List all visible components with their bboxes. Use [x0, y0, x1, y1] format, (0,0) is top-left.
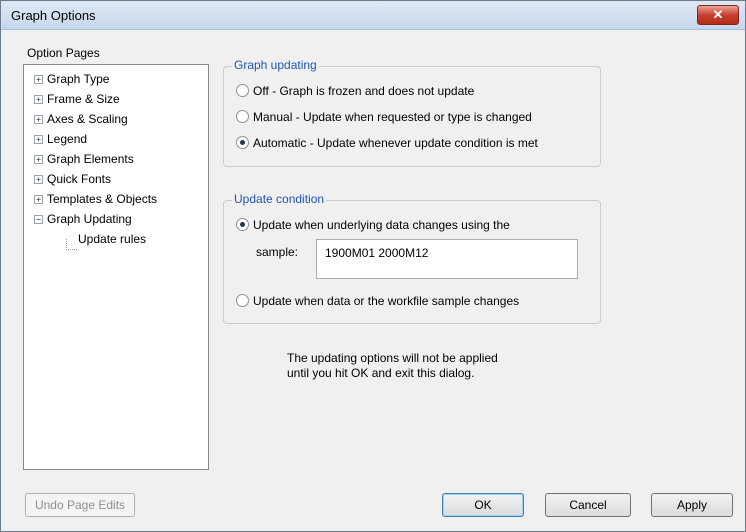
- tree-item-graph-updating[interactable]: − Graph Updating: [34, 210, 132, 228]
- radio-label: Update when data or the workfile sample …: [253, 294, 520, 308]
- expand-icon[interactable]: +: [34, 75, 43, 85]
- tree-item-label: Templates & Objects: [47, 192, 158, 206]
- tree-item-label: Update rules: [78, 232, 147, 246]
- tree-item-graph-type[interactable]: + Graph Type: [34, 70, 109, 88]
- radio-off[interactable]: Off - Graph is frozen and does not updat…: [236, 82, 474, 100]
- tree-item-update-rules[interactable]: Update rules: [78, 230, 146, 248]
- tree-item-label: Axes & Scaling: [47, 112, 128, 126]
- update-condition-title: Update condition: [232, 192, 327, 206]
- tree-item-graph-elements[interactable]: + Graph Elements: [34, 150, 134, 168]
- tree-item-label: Legend: [47, 132, 88, 146]
- expand-icon[interactable]: +: [34, 175, 43, 185]
- note-line-2: until you hit OK and exit this dialog.: [287, 366, 475, 380]
- update-condition-group: Update condition Update when underlying …: [223, 192, 601, 324]
- graph-updating-group: Graph updating Off - Graph is frozen and…: [223, 58, 601, 167]
- apply-button[interactable]: Apply: [651, 493, 733, 517]
- tree-item-label: Graph Updating: [47, 212, 132, 226]
- expand-icon[interactable]: +: [34, 135, 43, 145]
- collapse-icon[interactable]: −: [34, 215, 43, 225]
- tree-item-label: Graph Elements: [47, 152, 134, 166]
- radio-workfile-sample[interactable]: Update when data or the workfile sample …: [236, 292, 519, 310]
- tree-item-label: Frame & Size: [47, 92, 120, 106]
- sample-label: sample:: [256, 245, 299, 259]
- tree-item-label: Quick Fonts: [47, 172, 112, 186]
- option-pages-label: Option Pages: [27, 46, 100, 60]
- radio-label: Manual - Update when requested or type i…: [253, 110, 532, 124]
- radio-automatic[interactable]: Automatic - Update whenever update condi…: [236, 134, 538, 152]
- cancel-button[interactable]: Cancel: [545, 493, 631, 517]
- expand-icon[interactable]: +: [34, 95, 43, 105]
- tree-item-templates-objects[interactable]: + Templates & Objects: [34, 190, 157, 208]
- tree-connector: [66, 239, 77, 250]
- expand-icon[interactable]: +: [34, 115, 43, 125]
- note-line-1: The updating options will not be applied: [287, 351, 498, 365]
- option-pages-tree: + Graph Type + Frame & Size + Axes & Scalin…: [23, 64, 209, 470]
- radio-button-selected-icon[interactable]: [236, 218, 249, 232]
- tree-item-quick-fonts[interactable]: + Quick Fonts: [34, 170, 111, 188]
- radio-label: Update when underlying data changes usin…: [253, 218, 510, 232]
- radio-label: Automatic - Update whenever update condi…: [253, 136, 538, 150]
- radio-label: Off - Graph is frozen and does not updat…: [253, 84, 475, 98]
- tree-item-legend[interactable]: + Legend: [34, 130, 87, 148]
- expand-icon[interactable]: +: [34, 195, 43, 205]
- tree-item-axes-scaling[interactable]: + Axes & Scaling: [34, 110, 128, 128]
- ok-button[interactable]: OK: [442, 493, 524, 517]
- radio-data-changes[interactable]: Update when underlying data changes usin…: [236, 216, 510, 234]
- info-note: The updating options will not be applied…: [287, 351, 498, 381]
- sample-input[interactable]: 1900M01 2000M12: [316, 239, 578, 279]
- radio-button-icon[interactable]: [236, 294, 249, 308]
- undo-page-edits-button[interactable]: Undo Page Edits: [25, 493, 135, 517]
- close-button[interactable]: ✕: [697, 5, 739, 25]
- tree-item-label: Graph Type: [47, 72, 110, 86]
- title-bar: Graph Options ✕: [1, 1, 745, 30]
- graph-updating-title: Graph updating: [232, 58, 319, 72]
- radio-button-selected-icon[interactable]: [236, 136, 249, 150]
- graph-options-dialog: Graph Options ✕ Option Pages + Graph Type…: [0, 0, 746, 532]
- radio-manual[interactable]: Manual - Update when requested or type i…: [236, 108, 532, 126]
- tree-item-frame-size[interactable]: + Frame & Size: [34, 90, 120, 108]
- expand-icon[interactable]: +: [34, 155, 43, 165]
- radio-button-icon[interactable]: [236, 110, 249, 124]
- radio-button-icon[interactable]: [236, 84, 249, 98]
- window-title: Graph Options: [11, 8, 96, 23]
